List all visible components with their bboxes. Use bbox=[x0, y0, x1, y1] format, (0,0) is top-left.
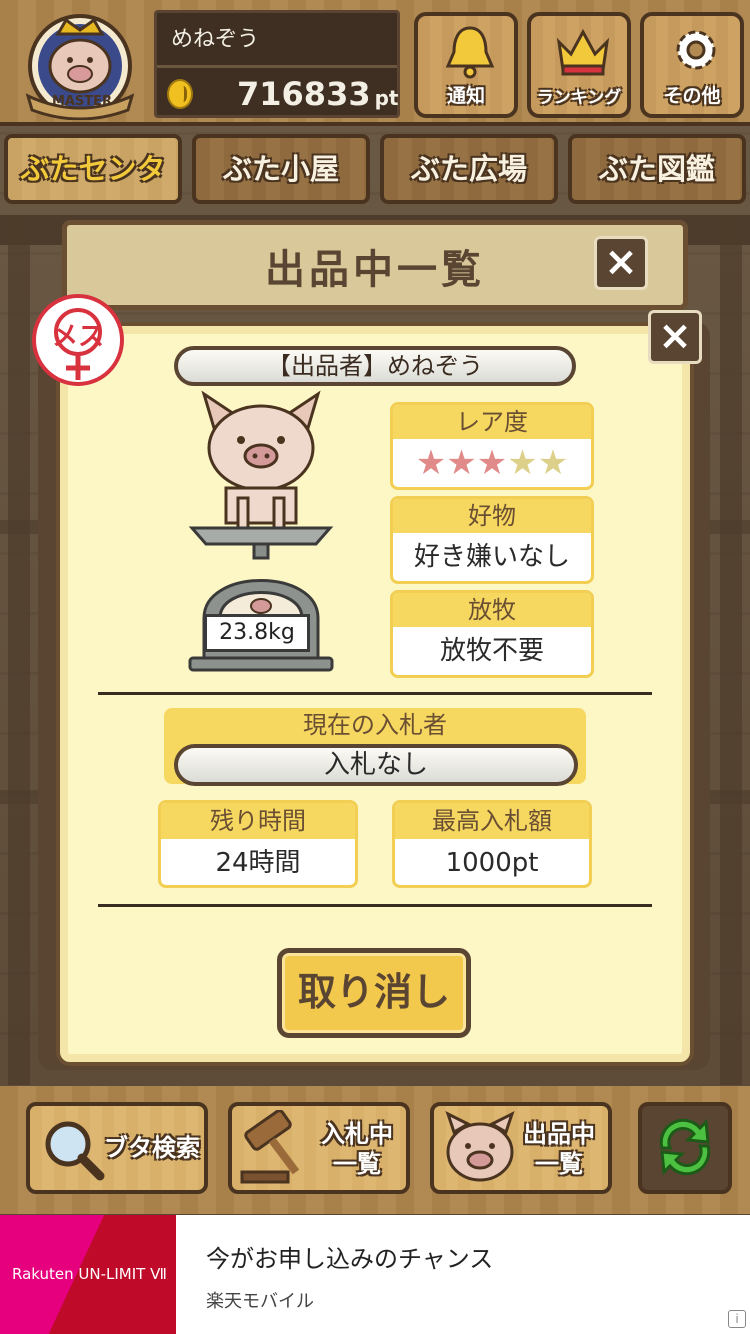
star-empty-icon: ★ bbox=[507, 443, 538, 483]
coin-icon bbox=[167, 79, 193, 109]
tab-buta-zukan[interactable]: ぶた図鑑 bbox=[568, 134, 746, 204]
emblem-label: MASTER bbox=[51, 94, 113, 109]
user-divider bbox=[157, 65, 397, 68]
refresh-button[interactable] bbox=[638, 1102, 732, 1194]
other-button[interactable]: その他 bbox=[640, 12, 744, 118]
notification-label: 通知 bbox=[446, 85, 485, 107]
pig-search-label: ブタ検索 bbox=[104, 1134, 200, 1162]
current-bidder-value: 入札なし bbox=[174, 744, 578, 786]
gavel-icon bbox=[240, 1110, 300, 1184]
pig-search-button[interactable]: ブタ検索 bbox=[26, 1102, 208, 1194]
close-detail-button[interactable]: × bbox=[648, 310, 702, 364]
ranking-button[interactable]: ランキング bbox=[527, 12, 631, 118]
rarity-label: レア度 bbox=[393, 405, 591, 439]
female-badge: メス bbox=[32, 294, 124, 386]
ad-title: 今がお申し込みのチャンス bbox=[206, 1245, 494, 1273]
listing-list-button[interactable]: 出品中 一覧 bbox=[430, 1102, 612, 1194]
time-left-card: 残り時間 24時間 bbox=[158, 800, 358, 888]
time-left-label: 残り時間 bbox=[161, 803, 355, 839]
cancel-listing-button[interactable]: 取り消し bbox=[277, 948, 471, 1038]
rarity-stars: ★★★★★ bbox=[393, 439, 591, 487]
star-filled-icon: ★ bbox=[415, 443, 447, 483]
seller-field: 【出品者】めねぞう bbox=[174, 346, 576, 386]
divider-top bbox=[98, 692, 652, 695]
rarity-card: レア度 ★★★★★ bbox=[390, 402, 594, 490]
close-listing-button[interactable]: × bbox=[594, 236, 648, 290]
divider-bottom bbox=[98, 904, 652, 907]
close-icon: × bbox=[604, 239, 638, 285]
other-label: その他 bbox=[663, 85, 721, 107]
grazing-card: 放牧 放牧不要 bbox=[390, 590, 594, 678]
bidding-list-button[interactable]: 入札中 一覧 bbox=[228, 1102, 410, 1194]
pig-face-icon bbox=[445, 1111, 515, 1182]
listing-panel-title: 出品中一覧 bbox=[265, 247, 485, 293]
ad-info-icon[interactable]: i bbox=[728, 1310, 746, 1328]
ad-brand-logo: Rakuten UN-LIMIT Ⅶ bbox=[0, 1215, 176, 1334]
weight-display: 23.8kg bbox=[204, 614, 310, 652]
star-filled-icon: ★ bbox=[446, 443, 477, 483]
bidding-label-2: 一覧 bbox=[333, 1150, 381, 1178]
refresh-icon bbox=[659, 1118, 711, 1176]
points-unit: pt bbox=[374, 86, 399, 110]
magnifier-icon bbox=[45, 1121, 105, 1181]
favorite-value: 好き嫌いなし bbox=[413, 542, 570, 572]
master-emblem[interactable]: MASTER bbox=[18, 8, 146, 121]
user-name: めねぞう bbox=[171, 27, 260, 52]
crown-icon bbox=[556, 28, 610, 76]
ad-banner[interactable]: Rakuten UN-LIMIT Ⅶ 今がお申し込みのチャンス 楽天モバイル i bbox=[0, 1215, 750, 1334]
user-info: めねぞう 716833 pt bbox=[154, 10, 400, 118]
notification-button[interactable]: 通知 bbox=[414, 12, 518, 118]
tab-buta-hiroba[interactable]: ぶた広場 bbox=[380, 134, 558, 204]
top-header: MASTER めねぞう 716833 pt 通知 ランキング その他 bbox=[0, 0, 750, 126]
tab-buta-center[interactable]: ぶたセンター bbox=[4, 134, 182, 248]
points-number: 716833 bbox=[237, 75, 371, 113]
ad-subtitle: 楽天モバイル bbox=[206, 1291, 314, 1312]
favorite-food-card: 好物 好き嫌いなし bbox=[390, 496, 594, 584]
grazing-label: 放牧 bbox=[393, 593, 591, 627]
listing-label-1: 出品中 bbox=[523, 1120, 595, 1148]
points-value: 716833 pt bbox=[237, 75, 398, 113]
listing-label-2: 一覧 bbox=[535, 1150, 583, 1178]
bidding-label-1: 入札中 bbox=[321, 1120, 393, 1148]
star-filled-icon: ★ bbox=[476, 443, 508, 483]
female-symbol-icon bbox=[54, 308, 102, 380]
bell-icon bbox=[445, 26, 495, 79]
gear-icon bbox=[676, 30, 716, 70]
ranking-label: ランキング bbox=[536, 88, 622, 108]
highest-bid-label: 最高入札額 bbox=[395, 803, 589, 839]
close-icon: × bbox=[658, 313, 692, 359]
highest-bid-value: 1000pt bbox=[445, 848, 539, 878]
star-empty-icon: ★ bbox=[537, 443, 569, 483]
tab-buta-goya[interactable]: ぶた小屋 bbox=[192, 134, 370, 204]
grazing-value: 放牧不要 bbox=[439, 636, 544, 666]
highest-bid-card: 最高入札額 1000pt bbox=[392, 800, 592, 888]
current-bidder-label: 現在の入札者 bbox=[303, 711, 447, 739]
time-left-value: 24時間 bbox=[215, 848, 301, 878]
favorite-label: 好物 bbox=[393, 499, 591, 533]
